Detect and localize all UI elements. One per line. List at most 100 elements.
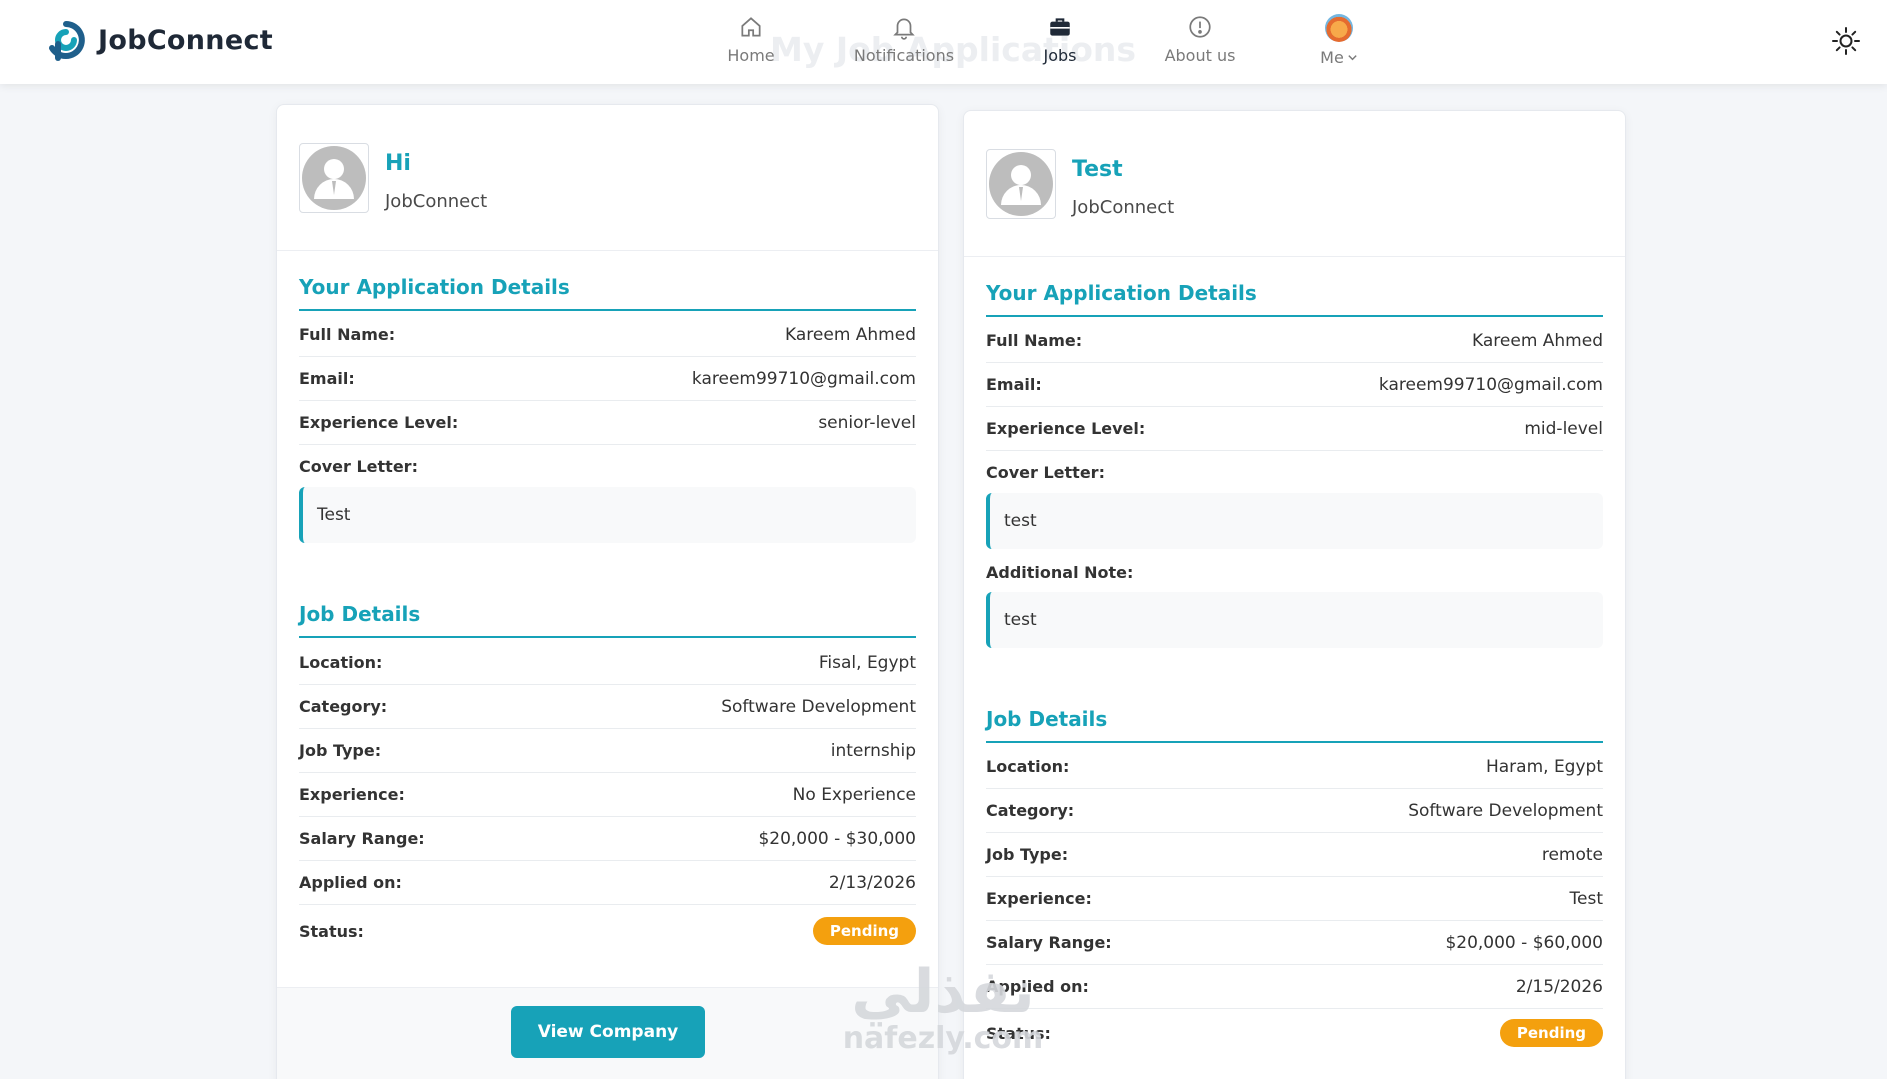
application-card-2: Test JobConnect Your Application Details… — [963, 110, 1626, 1079]
email-row: Email: kareem99710@gmail.com — [299, 357, 916, 401]
application-card-1: Hi JobConnect Your Application Details F… — [276, 104, 939, 1079]
bell-icon — [893, 18, 915, 40]
email-value: kareem99710@gmail.com — [1378, 374, 1603, 395]
applied-on-row: Applied on: 2/15/2026 — [986, 965, 1603, 1009]
nav-me-text: Me — [1320, 48, 1344, 67]
nav-notifications[interactable]: Notifications — [848, 10, 960, 76]
location-value: Haram, Egypt — [1485, 756, 1603, 777]
location-row: Location: Haram, Egypt — [986, 745, 1603, 789]
experience-level-label: Experience Level: — [299, 413, 459, 432]
salary-label: Salary Range: — [986, 933, 1112, 952]
experience-value: No Experience — [792, 784, 916, 805]
experience-label: Experience: — [986, 889, 1092, 908]
category-label: Category: — [299, 697, 388, 716]
full-name-row: Full Name: Kareem Ahmed — [986, 319, 1603, 363]
company-avatar — [986, 149, 1056, 219]
company-avatar — [299, 143, 369, 213]
email-label: Email: — [986, 375, 1042, 394]
nav-notifications-label: Notifications — [853, 46, 955, 65]
applied-on-label: Applied on: — [986, 977, 1089, 996]
applied-on-value: 2/13/2026 — [828, 872, 916, 893]
cover-letter-label: Cover Letter: — [299, 457, 418, 476]
card-header: Hi JobConnect — [277, 105, 938, 251]
email-label: Email: — [299, 369, 355, 388]
experience-value: Test — [1569, 888, 1603, 909]
applied-on-value: 2/15/2026 — [1515, 976, 1603, 997]
cover-letter-box: Test — [299, 487, 916, 543]
experience-level-value: senior-level — [818, 412, 916, 433]
category-row: Category: Software Development — [986, 789, 1603, 833]
experience-level-row: Experience Level: mid-level — [986, 407, 1603, 451]
full-name-label: Full Name: — [299, 325, 396, 344]
applied-on-label: Applied on: — [299, 873, 402, 892]
nav-me[interactable]: Me — [1314, 10, 1364, 76]
status-badge: Pending — [1499, 1019, 1603, 1047]
salary-row: Salary Range: $20,000 - $60,000 — [986, 921, 1603, 965]
salary-row: Salary Range: $20,000 - $30,000 — [299, 817, 916, 861]
view-company-button[interactable]: View Company — [511, 1006, 705, 1058]
full-name-value: Kareem Ahmed — [1472, 330, 1603, 351]
category-label: Category: — [986, 801, 1075, 820]
experience-level-value: mid-level — [1524, 418, 1603, 439]
salary-value: $20,000 - $60,000 — [1445, 932, 1603, 953]
nav-jobs[interactable]: Jobs — [1030, 10, 1090, 76]
cover-letter-box: test — [986, 493, 1603, 549]
card-company: JobConnect — [385, 191, 488, 212]
user-avatar — [1325, 14, 1353, 42]
sun-icon[interactable] — [1831, 26, 1861, 56]
experience-level-row: Experience Level: senior-level — [299, 401, 916, 445]
home-icon — [741, 17, 761, 37]
top-navbar: My Job Applications JobConnect Home Noti… — [0, 0, 1887, 84]
nav-home-label: Home — [727, 46, 775, 65]
job-type-row: Job Type: internship — [299, 729, 916, 773]
card-footer: View Company — [277, 987, 938, 1079]
job-type-value: remote — [1541, 844, 1603, 865]
experience-row: Experience: Test — [986, 877, 1603, 921]
nav-about-label: About us — [1164, 46, 1236, 65]
job-details-heading: Job Details — [986, 707, 1603, 743]
status-label: Status: — [986, 1023, 1051, 1043]
job-details-heading: Job Details — [299, 602, 916, 638]
full-name-value: Kareem Ahmed — [785, 324, 916, 345]
user-placeholder-icon — [302, 146, 366, 210]
location-label: Location: — [299, 653, 383, 672]
nav-about[interactable]: About us — [1158, 10, 1242, 76]
status-badge: Pending — [812, 917, 916, 945]
job-type-label: Job Type: — [986, 845, 1069, 864]
status-row: Status: Pending — [986, 1011, 1603, 1055]
email-value: kareem99710@gmail.com — [691, 368, 916, 389]
category-value: Software Development — [721, 696, 916, 717]
job-type-value: internship — [830, 740, 916, 761]
nav-home[interactable]: Home — [716, 10, 786, 76]
status-row: Status: Pending — [299, 909, 916, 953]
full-name-label: Full Name: — [986, 331, 1083, 350]
salary-label: Salary Range: — [299, 829, 425, 848]
user-placeholder-icon — [989, 152, 1053, 216]
card-title: Hi — [385, 151, 411, 176]
card-header: Test JobConnect — [964, 111, 1625, 257]
chevron-down-icon — [1348, 55, 1357, 61]
additional-note-box: test — [986, 592, 1603, 648]
experience-row: Experience: No Experience — [299, 773, 916, 817]
briefcase-icon — [1050, 18, 1070, 36]
email-row: Email: kareem99710@gmail.com — [986, 363, 1603, 407]
info-icon — [1189, 16, 1211, 38]
category-value: Software Development — [1408, 800, 1603, 821]
salary-value: $20,000 - $30,000 — [758, 828, 916, 849]
experience-level-label: Experience Level: — [986, 419, 1146, 438]
card-title: Test — [1072, 157, 1123, 182]
application-details-heading: Your Application Details — [299, 275, 916, 311]
nav-jobs-label: Jobs — [1043, 46, 1077, 65]
job-type-label: Job Type: — [299, 741, 382, 760]
status-label: Status: — [299, 921, 364, 941]
location-label: Location: — [986, 757, 1070, 776]
job-type-row: Job Type: remote — [986, 833, 1603, 877]
nav-me-label: Me — [1320, 48, 1358, 67]
category-row: Category: Software Development — [299, 685, 916, 729]
applied-on-row: Applied on: 2/13/2026 — [299, 861, 916, 905]
location-row: Location: Fisal, Egypt — [299, 641, 916, 685]
additional-note-label: Additional Note: — [986, 563, 1134, 582]
cover-letter-label: Cover Letter: — [986, 463, 1105, 482]
card-company: JobConnect — [1072, 197, 1175, 218]
experience-label: Experience: — [299, 785, 405, 804]
